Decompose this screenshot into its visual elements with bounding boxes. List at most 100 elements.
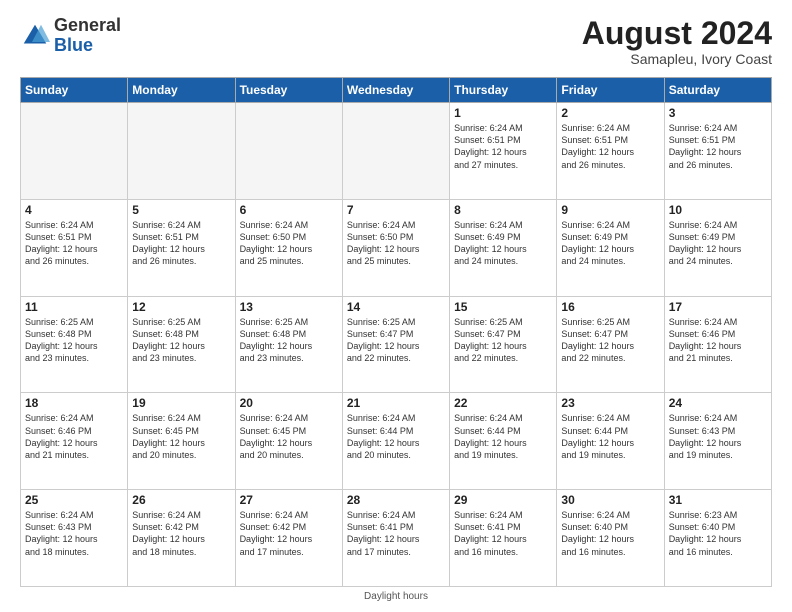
day-info: Sunrise: 6:24 AM Sunset: 6:49 PM Dayligh… bbox=[454, 219, 552, 268]
day-cell: 16 Sunrise: 6:25 AM Sunset: 6:47 PM Dayli… bbox=[557, 296, 664, 393]
daylight-label: Daylight hours bbox=[364, 591, 428, 602]
day-number: 12 bbox=[132, 300, 230, 314]
day-number: 4 bbox=[25, 203, 123, 217]
day-cell: 18 Sunrise: 6:24 AM Sunset: 6:46 PM Dayli… bbox=[21, 393, 128, 490]
day-number: 8 bbox=[454, 203, 552, 217]
day-cell: 5Sunrise: 6:24 AM Sunset: 6:51 PM Daylig… bbox=[128, 199, 235, 296]
week-row-4: 18 Sunrise: 6:24 AM Sunset: 6:46 PM Dayli… bbox=[21, 393, 772, 490]
day-number: 9 bbox=[561, 203, 659, 217]
day-cell: 6 Sunrise: 6:24 AM Sunset: 6:50 PM Daylig… bbox=[235, 199, 342, 296]
day-cell: 8 Sunrise: 6:24 AM Sunset: 6:49 PM Daylig… bbox=[450, 199, 557, 296]
day-info: Sunrise: 6:24 AM Sunset: 6:51 PM Dayligh… bbox=[561, 122, 659, 171]
day-number: 10 bbox=[669, 203, 767, 217]
week-row-5: 25 Sunrise: 6:24 AM Sunset: 6:43 PM Dayli… bbox=[21, 490, 772, 587]
day-info: Sunrise: 6:24 AM Sunset: 6:42 PM Dayligh… bbox=[240, 509, 338, 558]
day-cell: 13 Sunrise: 6:25 AM Sunset: 6:48 PM Dayli… bbox=[235, 296, 342, 393]
col-header-saturday: Saturday bbox=[664, 78, 771, 103]
day-number: 16 bbox=[561, 300, 659, 314]
day-number: 14 bbox=[347, 300, 445, 314]
day-info: Sunrise: 6:24 AM Sunset: 6:49 PM Dayligh… bbox=[669, 219, 767, 268]
day-number: 29 bbox=[454, 493, 552, 507]
col-header-thursday: Thursday bbox=[450, 78, 557, 103]
day-number: 3 bbox=[669, 106, 767, 120]
day-number: 17 bbox=[669, 300, 767, 314]
day-cell: 12Sunrise: 6:25 AM Sunset: 6:48 PM Dayli… bbox=[128, 296, 235, 393]
day-info: Sunrise: 6:24 AM Sunset: 6:51 PM Dayligh… bbox=[132, 219, 230, 268]
footer-note: Daylight hours bbox=[20, 591, 772, 602]
day-cell: 28 Sunrise: 6:24 AM Sunset: 6:41 PM Dayli… bbox=[342, 490, 449, 587]
day-number: 30 bbox=[561, 493, 659, 507]
page: General Blue August 2024 Samapleu, Ivory… bbox=[0, 0, 792, 612]
day-info: Sunrise: 6:24 AM Sunset: 6:49 PM Dayligh… bbox=[561, 219, 659, 268]
day-cell: 19 Sunrise: 6:24 AM Sunset: 6:45 PM Dayli… bbox=[128, 393, 235, 490]
day-info: Sunrise: 6:24 AM Sunset: 6:42 PM Dayligh… bbox=[132, 509, 230, 558]
day-info: Sunrise: 6:25 AM Sunset: 6:48 PM Dayligh… bbox=[25, 316, 123, 365]
week-row-1: 1 Sunrise: 6:24 AM Sunset: 6:51 PM Daylig… bbox=[21, 103, 772, 200]
day-number: 24 bbox=[669, 396, 767, 410]
day-info: Sunrise: 6:24 AM Sunset: 6:46 PM Dayligh… bbox=[25, 412, 123, 461]
week-row-3: 11 Sunrise: 6:25 AM Sunset: 6:48 PM Dayli… bbox=[21, 296, 772, 393]
day-cell bbox=[128, 103, 235, 200]
calendar-table: SundayMondayTuesdayWednesdayThursdayFrid… bbox=[20, 77, 772, 587]
day-info: Sunrise: 6:25 AM Sunset: 6:48 PM Dayligh… bbox=[240, 316, 338, 365]
day-info: Sunrise: 6:25 AM Sunset: 6:47 PM Dayligh… bbox=[561, 316, 659, 365]
title-block: August 2024 Samapleu, Ivory Coast bbox=[582, 16, 772, 67]
day-cell: 1 Sunrise: 6:24 AM Sunset: 6:51 PM Daylig… bbox=[450, 103, 557, 200]
day-cell: 21 Sunrise: 6:24 AM Sunset: 6:44 PM Dayli… bbox=[342, 393, 449, 490]
logo-general: General bbox=[54, 15, 121, 35]
day-cell: 14Sunrise: 6:25 AM Sunset: 6:47 PM Dayli… bbox=[342, 296, 449, 393]
logo-blue: Blue bbox=[54, 35, 93, 55]
day-cell: 2 Sunrise: 6:24 AM Sunset: 6:51 PM Daylig… bbox=[557, 103, 664, 200]
day-info: Sunrise: 6:24 AM Sunset: 6:45 PM Dayligh… bbox=[132, 412, 230, 461]
day-cell: 25 Sunrise: 6:24 AM Sunset: 6:43 PM Dayli… bbox=[21, 490, 128, 587]
col-header-sunday: Sunday bbox=[21, 78, 128, 103]
day-info: Sunrise: 6:24 AM Sunset: 6:50 PM Dayligh… bbox=[347, 219, 445, 268]
day-info: Sunrise: 6:24 AM Sunset: 6:41 PM Dayligh… bbox=[454, 509, 552, 558]
header: General Blue August 2024 Samapleu, Ivory… bbox=[20, 16, 772, 67]
col-header-monday: Monday bbox=[128, 78, 235, 103]
day-info: Sunrise: 6:24 AM Sunset: 6:51 PM Dayligh… bbox=[454, 122, 552, 171]
day-number: 1 bbox=[454, 106, 552, 120]
day-cell: 23 Sunrise: 6:24 AM Sunset: 6:44 PM Dayli… bbox=[557, 393, 664, 490]
day-info: Sunrise: 6:24 AM Sunset: 6:43 PM Dayligh… bbox=[669, 412, 767, 461]
day-number: 13 bbox=[240, 300, 338, 314]
day-number: 15 bbox=[454, 300, 552, 314]
day-cell: 20 Sunrise: 6:24 AM Sunset: 6:45 PM Dayli… bbox=[235, 393, 342, 490]
col-header-friday: Friday bbox=[557, 78, 664, 103]
day-cell: 3Sunrise: 6:24 AM Sunset: 6:51 PM Daylig… bbox=[664, 103, 771, 200]
day-number: 21 bbox=[347, 396, 445, 410]
day-info: Sunrise: 6:24 AM Sunset: 6:44 PM Dayligh… bbox=[454, 412, 552, 461]
day-number: 6 bbox=[240, 203, 338, 217]
month-year: August 2024 bbox=[582, 16, 772, 51]
day-number: 25 bbox=[25, 493, 123, 507]
day-cell bbox=[342, 103, 449, 200]
day-number: 2 bbox=[561, 106, 659, 120]
day-info: Sunrise: 6:24 AM Sunset: 6:41 PM Dayligh… bbox=[347, 509, 445, 558]
day-info: Sunrise: 6:24 AM Sunset: 6:45 PM Dayligh… bbox=[240, 412, 338, 461]
day-number: 28 bbox=[347, 493, 445, 507]
day-number: 27 bbox=[240, 493, 338, 507]
day-number: 23 bbox=[561, 396, 659, 410]
day-info: Sunrise: 6:24 AM Sunset: 6:44 PM Dayligh… bbox=[561, 412, 659, 461]
day-info: Sunrise: 6:24 AM Sunset: 6:44 PM Dayligh… bbox=[347, 412, 445, 461]
day-cell bbox=[235, 103, 342, 200]
day-cell: 17Sunrise: 6:24 AM Sunset: 6:46 PM Dayli… bbox=[664, 296, 771, 393]
day-cell: 9 Sunrise: 6:24 AM Sunset: 6:49 PM Daylig… bbox=[557, 199, 664, 296]
day-number: 11 bbox=[25, 300, 123, 314]
day-info: Sunrise: 6:24 AM Sunset: 6:50 PM Dayligh… bbox=[240, 219, 338, 268]
day-number: 19 bbox=[132, 396, 230, 410]
logo: General Blue bbox=[20, 16, 121, 56]
day-number: 18 bbox=[25, 396, 123, 410]
day-cell: 15Sunrise: 6:25 AM Sunset: 6:47 PM Dayli… bbox=[450, 296, 557, 393]
day-cell: 7 Sunrise: 6:24 AM Sunset: 6:50 PM Daylig… bbox=[342, 199, 449, 296]
col-header-wednesday: Wednesday bbox=[342, 78, 449, 103]
day-info: Sunrise: 6:24 AM Sunset: 6:43 PM Dayligh… bbox=[25, 509, 123, 558]
day-cell: 11 Sunrise: 6:25 AM Sunset: 6:48 PM Dayli… bbox=[21, 296, 128, 393]
day-cell: 29 Sunrise: 6:24 AM Sunset: 6:41 PM Dayli… bbox=[450, 490, 557, 587]
location: Samapleu, Ivory Coast bbox=[582, 51, 772, 67]
day-cell: 26Sunrise: 6:24 AM Sunset: 6:42 PM Dayli… bbox=[128, 490, 235, 587]
day-number: 7 bbox=[347, 203, 445, 217]
day-cell bbox=[21, 103, 128, 200]
logo-text: General Blue bbox=[54, 16, 121, 56]
day-number: 20 bbox=[240, 396, 338, 410]
